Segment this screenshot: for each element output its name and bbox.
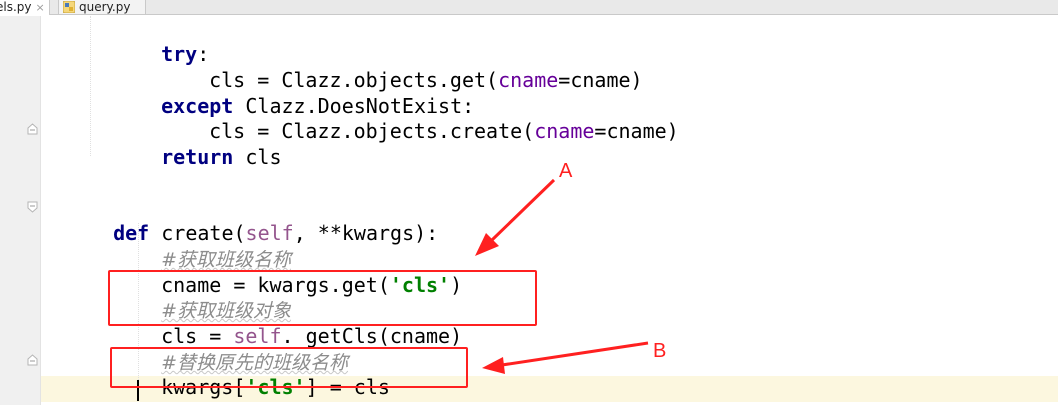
annotation-arrow-b: [482, 341, 649, 374]
annotation-arrow-a: [475, 178, 556, 256]
annotation-arrows: [475, 178, 649, 374]
